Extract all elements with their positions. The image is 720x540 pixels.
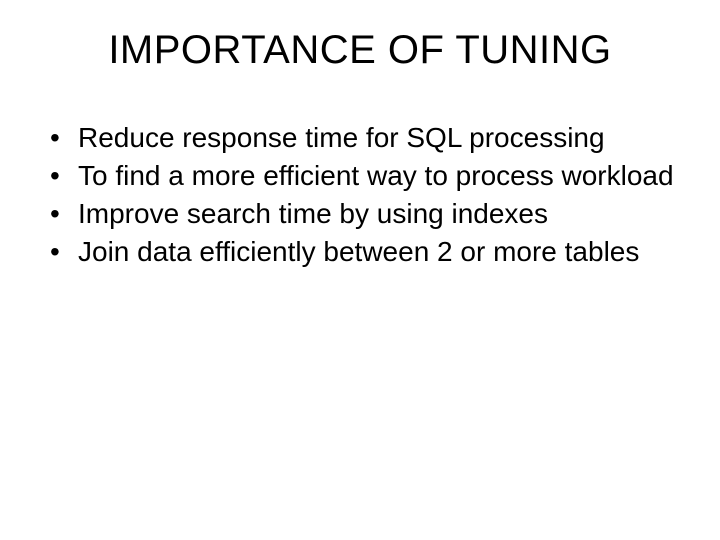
list-item: Reduce response time for SQL processing [44,121,684,155]
bullet-list: Reduce response time for SQL processing … [36,121,684,270]
slide: IMPORTANCE OF TUNING Reduce response tim… [0,0,720,540]
list-item: Join data efficiently between 2 or more … [44,235,684,269]
list-item: Improve search time by using indexes [44,197,684,231]
list-item: To find a more efficient way to process … [44,159,684,193]
slide-title: IMPORTANCE OF TUNING [36,28,684,73]
